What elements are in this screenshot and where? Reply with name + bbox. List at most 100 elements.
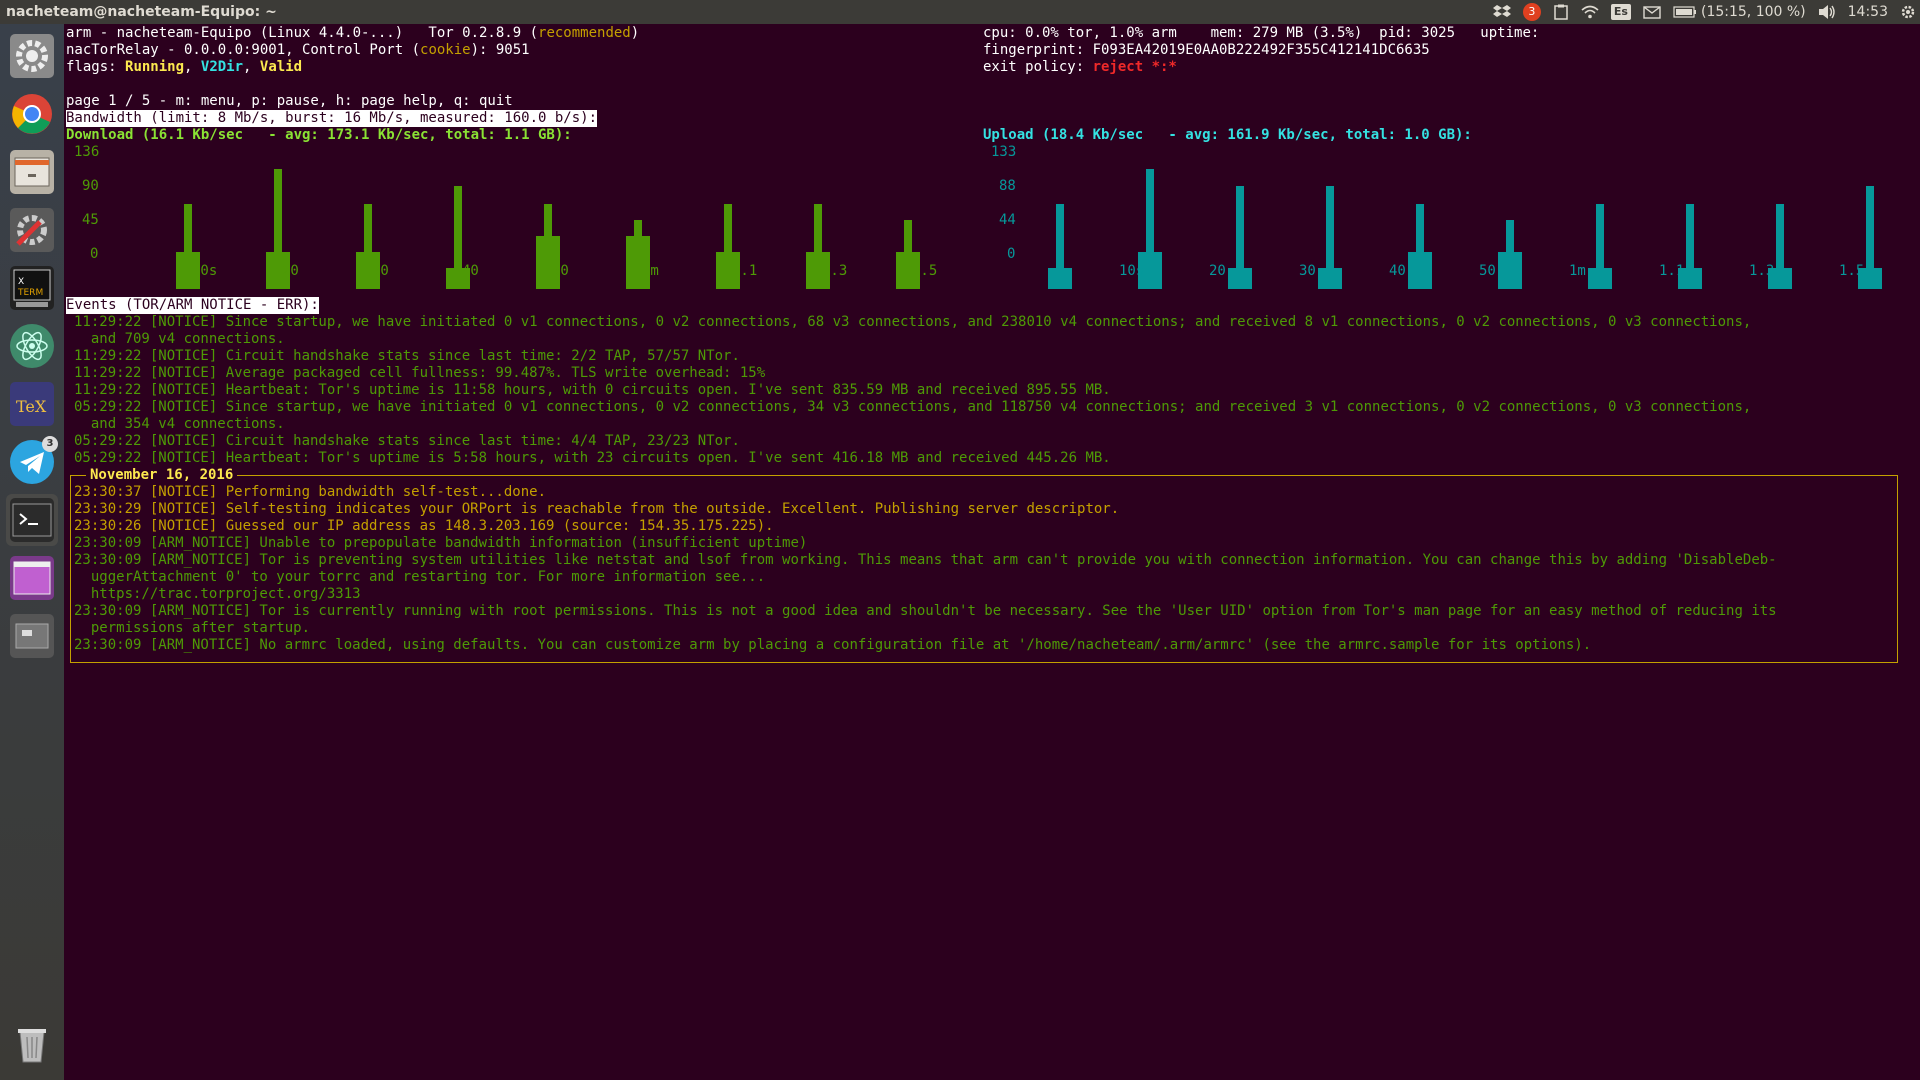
header-line-2: nacTorRelay - 0.0.0.0:9001, Control Port… bbox=[66, 42, 530, 58]
dated-event-line: https://trac.torproject.org/3313 bbox=[74, 586, 361, 602]
launcher-software-updater[interactable] bbox=[6, 204, 58, 256]
volume-icon[interactable] bbox=[1818, 0, 1836, 24]
upload-bars bbox=[1048, 169, 1882, 289]
date-group-label: November 16, 2016 bbox=[86, 467, 238, 484]
xterm-icon: X TERM bbox=[10, 266, 54, 310]
clock[interactable]: 14:53 bbox=[1848, 0, 1888, 24]
upload-ytick-max: 133 bbox=[991, 144, 1017, 160]
system-tray: 3 Es (15:15, 100 %) 14:53 bbox=[1492, 0, 1916, 24]
event-line: 11:29:22 [NOTICE] Since startup, we have… bbox=[74, 314, 1752, 330]
svg-text:TERM: TERM bbox=[17, 288, 43, 298]
upload-xtick-10s: 10s bbox=[1119, 263, 1145, 279]
download-ytick-max: 136 bbox=[74, 144, 100, 160]
clipboard-icon[interactable] bbox=[1553, 0, 1569, 24]
upload-xtick-20: 20 bbox=[1209, 263, 1226, 279]
wifi-icon[interactable] bbox=[1581, 0, 1599, 24]
files-drawer-icon bbox=[10, 150, 54, 194]
download-ytick-3: 45 bbox=[82, 212, 99, 228]
atom-icon bbox=[10, 324, 54, 368]
event-line: 05:29:22 [NOTICE] Circuit handshake stat… bbox=[74, 433, 740, 449]
download-xtick-1m: 1m bbox=[642, 263, 659, 279]
fingerprint-line: fingerprint: F093EA42019E0AA0B222492F355… bbox=[983, 42, 1430, 58]
upload-xtick-30: 30 bbox=[1299, 263, 1316, 279]
dropbox-icon[interactable] bbox=[1492, 0, 1511, 24]
battery-text: (15:15, 100 %) bbox=[1700, 4, 1806, 20]
download-xtick-40: 40 bbox=[462, 263, 479, 279]
upload-xtick-1-5: 1.5 bbox=[1839, 263, 1865, 279]
trash-icon bbox=[10, 1022, 54, 1066]
upload-ytick-3: 44 bbox=[999, 212, 1016, 228]
download-xtick-20: 20 bbox=[282, 263, 299, 279]
upload-xtick-1-3: 1.3 bbox=[1749, 263, 1775, 279]
battery-indicator[interactable]: (15:15, 100 %) bbox=[1673, 0, 1806, 24]
top-panel: nacheteam@nacheteam-Equipo: ~ 3 Es (15:1… bbox=[0, 0, 1920, 24]
launcher-terminal[interactable] bbox=[6, 494, 58, 546]
mail-icon[interactable] bbox=[1643, 0, 1661, 24]
launcher-chromium[interactable] bbox=[6, 88, 58, 140]
event-line: and 354 v4 connections. bbox=[74, 416, 285, 432]
event-line: and 709 v4 connections. bbox=[74, 331, 285, 347]
event-line: 11:29:22 [NOTICE] Average packaged cell … bbox=[74, 365, 766, 381]
dated-event-line: permissions after startup. bbox=[74, 620, 311, 636]
download-xtick-10s: 10s bbox=[192, 263, 218, 279]
download-xtick-30: 30 bbox=[372, 263, 389, 279]
launcher-texstudio[interactable]: TeX bbox=[6, 378, 58, 430]
launcher-atom[interactable] bbox=[6, 320, 58, 372]
workspace-switcher-icon bbox=[10, 556, 54, 600]
launcher-xterm[interactable]: X TERM bbox=[6, 262, 58, 314]
event-line: 11:29:22 [NOTICE] Circuit handshake stat… bbox=[74, 348, 740, 364]
dated-event-line: 23:30:09 [ARM_NOTICE] Tor is preventing … bbox=[74, 552, 1777, 568]
download-xtick-1-3: 1.3 bbox=[822, 263, 848, 279]
terminal-icon bbox=[10, 498, 54, 542]
download-xtick-1-1: 1.1 bbox=[732, 263, 758, 279]
launcher-trash[interactable] bbox=[6, 1018, 58, 1070]
header-line-1: arm - nacheteam-Equipo (Linux 4.4.0-...)… bbox=[66, 25, 640, 41]
download-ytick-2: 90 bbox=[82, 178, 99, 194]
dated-event-line: 23:30:09 [ARM_NOTICE] Unable to prepopul… bbox=[74, 535, 808, 551]
download-label: Download (16.1 Kb/sec - avg: 173.1 Kb/se… bbox=[66, 127, 572, 143]
event-line: 05:29:22 [NOTICE] Heartbeat: Tor's uptim… bbox=[74, 450, 1111, 466]
dated-event-line: 23:30:37 [NOTICE] Performing bandwidth s… bbox=[74, 484, 547, 500]
upload-xtick-50: 50 bbox=[1479, 263, 1496, 279]
keyboard-layout-indicator[interactable]: Es bbox=[1610, 0, 1631, 24]
launcher-files[interactable] bbox=[6, 146, 58, 198]
launcher-workspaces[interactable] bbox=[6, 552, 58, 604]
chrome-icon bbox=[10, 92, 54, 136]
battery-icon bbox=[1673, 6, 1696, 18]
terminal-window[interactable]: arm - nacheteam-Equipo (Linux 4.4.0-...)… bbox=[64, 24, 1920, 1080]
upload-label: Upload (18.4 Kb/sec - avg: 161.9 Kb/sec,… bbox=[983, 127, 1472, 143]
upload-xtick-1m: 1m bbox=[1569, 263, 1586, 279]
upload-xtick-40: 40 bbox=[1389, 263, 1406, 279]
settings-gear-icon bbox=[10, 34, 54, 78]
exit-policy-line: exit policy: reject *:* bbox=[983, 59, 1177, 75]
upload-ytick-2: 88 bbox=[999, 178, 1016, 194]
window-title: nacheteam@nacheteam-Equipo: ~ bbox=[6, 4, 277, 20]
upload-ytick-zero: 0 bbox=[1007, 246, 1016, 262]
dated-event-line: 23:30:29 [NOTICE] Self-testing indicates… bbox=[74, 501, 1120, 517]
launcher-telegram[interactable]: 3 bbox=[6, 436, 58, 488]
page-line: page 1 / 5 - m: menu, p: pause, h: page … bbox=[66, 93, 513, 109]
notification-count: 3 bbox=[1522, 3, 1541, 21]
session-gear-icon[interactable] bbox=[1900, 0, 1916, 24]
tools-gear-icon bbox=[10, 208, 54, 252]
dated-event-line: uggerAttachment 0' to your torrc and res… bbox=[74, 569, 766, 585]
launcher-drive[interactable] bbox=[6, 610, 58, 662]
bandwidth-title: Bandwidth (limit: 8 Mb/s, burst: 16 Mb/s… bbox=[66, 110, 598, 127]
upload-xtick-1-1: 1.1 bbox=[1659, 263, 1685, 279]
telegram-badge: 3 bbox=[42, 436, 58, 452]
svg-text:TeX: TeX bbox=[16, 397, 47, 416]
drive-icon bbox=[10, 614, 54, 658]
download-ytick-zero: 0 bbox=[90, 246, 99, 262]
notification-indicator[interactable]: 3 bbox=[1522, 0, 1541, 24]
launcher-system-settings[interactable] bbox=[6, 30, 58, 82]
svg-text:X: X bbox=[18, 277, 24, 287]
launcher: X TERM TeX 3 bbox=[0, 24, 64, 1080]
flags-line: flags: Running, V2Dir, Valid bbox=[66, 59, 303, 75]
event-line: 11:29:22 [NOTICE] Heartbeat: Tor's uptim… bbox=[74, 382, 1111, 398]
download-xtick-50: 50 bbox=[552, 263, 569, 279]
dated-event-line: 23:30:09 [ARM_NOTICE] No armrc loaded, u… bbox=[74, 637, 1592, 653]
dated-event-line: 23:30:26 [NOTICE] Guessed our IP address… bbox=[74, 518, 774, 534]
events-title: Events (TOR/ARM NOTICE - ERR): bbox=[66, 297, 319, 314]
download-xtick-1-5: 1.5 bbox=[912, 263, 938, 279]
event-line: 05:29:22 [NOTICE] Since startup, we have… bbox=[74, 399, 1752, 415]
